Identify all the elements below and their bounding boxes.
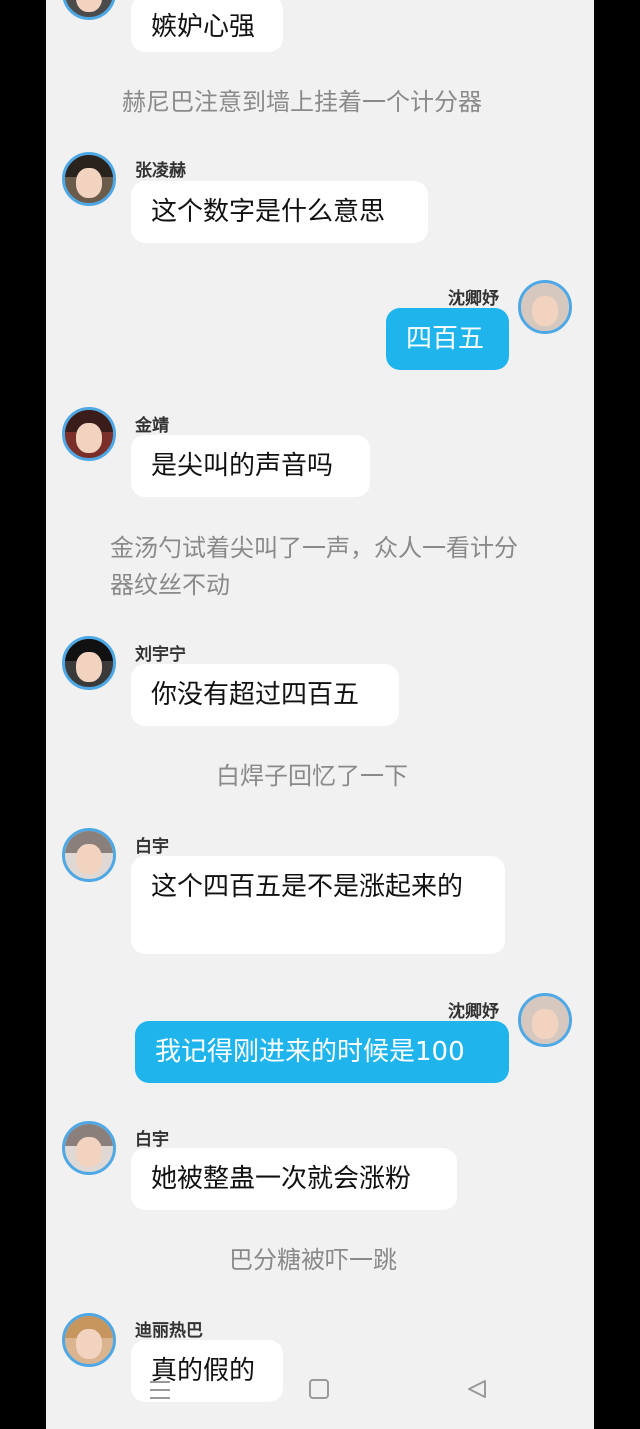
- message-bubble[interactable]: 这个四百五是不是涨起来的: [131, 856, 505, 954]
- narration-text: 赫尼巴注意到墙上挂着一个计分器: [122, 88, 482, 116]
- sender-name: 刘宇宁: [135, 645, 186, 665]
- sender-name: 白宇: [135, 837, 169, 857]
- back-icon[interactable]: [457, 1370, 497, 1410]
- sender-name: 迪丽热巴: [135, 1321, 203, 1341]
- sender-name: 金靖: [135, 416, 169, 436]
- narration-text: 白焊子回忆了一下: [216, 762, 408, 790]
- message-bubble[interactable]: 嫉妒心强: [131, 0, 283, 52]
- sender-name: 沈卿妤: [448, 1002, 499, 1022]
- message-bubble[interactable]: 她被整蛊一次就会涨粉: [131, 1148, 457, 1210]
- menu-icon[interactable]: [140, 1370, 180, 1410]
- message-bubble[interactable]: 我记得刚进来的时候是100: [135, 1021, 509, 1083]
- avatar[interactable]: [62, 407, 116, 461]
- navigation-bar: [0, 1370, 640, 1410]
- home-icon[interactable]: [299, 1370, 339, 1410]
- narration-text: 金汤勺试着尖叫了一声，众人一看计分器纹丝不动: [110, 534, 518, 599]
- avatar[interactable]: [518, 993, 572, 1047]
- sender-name: 张凌赫: [135, 161, 186, 181]
- narration-text: 巴分糖被吓一跳: [229, 1246, 397, 1274]
- avatar[interactable]: [62, 1121, 116, 1175]
- message-bubble[interactable]: 是尖叫的声音吗: [131, 435, 370, 497]
- sender-name: 沈卿妤: [448, 289, 499, 309]
- avatar[interactable]: [62, 828, 116, 882]
- message-bubble[interactable]: 你没有超过四百五: [131, 664, 399, 726]
- avatar[interactable]: [62, 152, 116, 206]
- chat-area: 嫉妒心强 赫尼巴注意到墙上挂着一个计分器 张凌赫 这个数字是什么意思 沈卿妤 四…: [46, 0, 594, 1429]
- message-bubble[interactable]: 这个数字是什么意思: [131, 181, 428, 243]
- avatar[interactable]: [518, 280, 572, 334]
- sender-name: 白宇: [135, 1130, 169, 1150]
- avatar[interactable]: [62, 1313, 116, 1367]
- avatar[interactable]: [62, 0, 116, 20]
- message-bubble[interactable]: 四百五: [386, 308, 509, 370]
- avatar[interactable]: [62, 636, 116, 690]
